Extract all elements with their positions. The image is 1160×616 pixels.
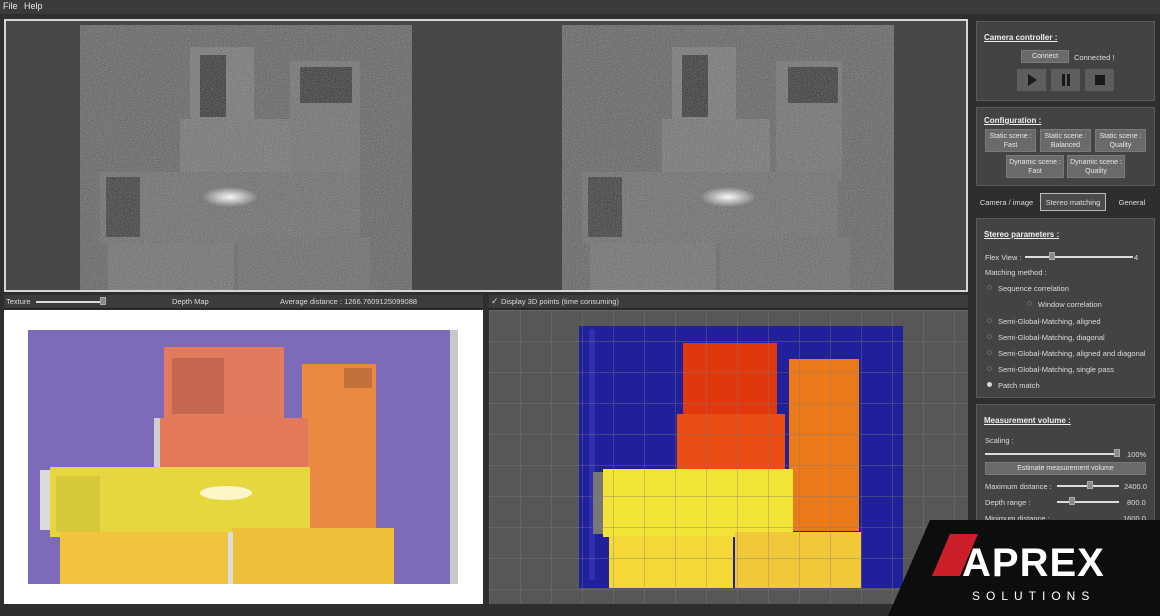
max-distance-slider-knob[interactable] [1087,481,1093,489]
method-window-correlation[interactable]: Window correlation [1038,300,1102,309]
stereo-camera-view [4,19,968,292]
method-sgm-aligned[interactable]: Semi-Global-Matching, aligned [998,317,1101,326]
menu-help[interactable]: Help [24,1,43,11]
method-sgm-aligned-diagonal[interactable]: Semi-Global-Matching, aligned and diagon… [998,349,1146,358]
play-icon [1027,74,1037,86]
display-3d-checkbox[interactable]: ✓ [491,296,499,307]
depth-map-label: Depth Map [172,297,209,306]
aprex-logo: APREX SOLUTIONS [888,520,1160,616]
flex-view-slider-knob[interactable] [1049,252,1055,260]
stop-button[interactable] [1085,69,1114,91]
camera-controller-panel: Camera controller : Connect Connected ! [976,21,1155,101]
tab-camera-image[interactable]: Camera / image [974,193,1039,211]
pause-button[interactable] [1051,69,1080,91]
dynamic-quality-button[interactable]: Dynamic scene : Quality [1067,155,1125,178]
static-quality-button[interactable]: Static scene : Quality [1095,129,1146,152]
matching-method-label: Matching method : [985,268,1047,277]
tab-general[interactable]: General [1110,193,1154,211]
depth-map-view [4,310,483,604]
pause-icon [1061,74,1070,86]
method-sequence-correlation[interactable]: Sequence correlation [998,284,1069,293]
scaling-label: Scaling : [985,436,1014,445]
static-balanced-button[interactable]: Static scene : Balanced [1040,129,1091,152]
texture-label: Texture [6,297,31,306]
left-camera-image [80,25,412,290]
radio-window-correlation[interactable] [1027,301,1032,306]
tab-stereo-matching[interactable]: Stereo matching [1040,193,1106,211]
display-3d-label: Display 3D points (time consuming) [501,297,619,306]
radio-sequence-correlation[interactable] [987,285,992,290]
depth-range-slider-knob[interactable] [1069,497,1075,505]
estimate-volume-button[interactable]: Estimate measurement volume [985,462,1146,475]
stereo-parameters-panel: Stereo parameters : Flex View : 4 Matchi… [976,218,1155,398]
depth-range-value: 800.0 [1127,498,1146,507]
texture-slider-knob[interactable] [100,297,106,305]
point-cloud-toolbar: ✓ Display 3D points (time consuming) [489,295,968,309]
logo-tagline: SOLUTIONS [972,589,1095,603]
method-patch-match[interactable]: Patch match [998,381,1040,390]
static-fast-button[interactable]: Static scene : Fast [985,129,1036,152]
radio-sgm-diagonal[interactable] [987,334,992,339]
depth-map-image [28,330,458,584]
max-distance-label: Maximum distance : [985,482,1052,491]
depth-range-slider[interactable] [1057,501,1119,503]
radio-sgm-aligned-diagonal[interactable] [987,350,992,355]
flex-view-slider[interactable] [1025,256,1133,258]
camera-controller-title: Camera controller : [984,33,1058,42]
logo-brand: APREX [962,541,1105,585]
radio-sgm-single-pass[interactable] [987,366,992,371]
method-sgm-single-pass[interactable]: Semi-Global-Matching, single pass [998,365,1114,374]
play-button[interactable] [1017,69,1046,91]
configuration-panel: Configuration : Static scene : Fast Stat… [976,107,1155,186]
radio-sgm-aligned[interactable] [987,318,992,323]
stop-icon [1094,75,1105,85]
max-distance-value: 2400.0 [1124,482,1147,491]
method-sgm-diagonal[interactable]: Semi-Global-Matching, diagonal [998,333,1105,342]
average-distance: Average distance : 1266.7609125099088 [280,297,418,306]
menu-file[interactable]: File [3,1,18,11]
scaling-value: 100% [1127,450,1147,459]
scaling-slider-knob[interactable] [1114,449,1120,457]
dynamic-fast-button[interactable]: Dynamic scene : Fast [1006,155,1064,178]
connect-button[interactable]: Connect [1021,50,1069,63]
measurement-volume-panel: Measurement volume : Scaling : 100% Esti… [976,404,1155,528]
radio-patch-match[interactable] [987,382,992,387]
texture-slider[interactable] [36,301,106,303]
flex-view-label: Flex View : [985,253,1022,262]
right-camera-image [562,25,894,290]
menu-bar: File Help [0,0,1160,14]
scaling-slider[interactable] [985,453,1119,455]
measurement-volume-title: Measurement volume : [984,416,1071,425]
stereo-parameters-title: Stereo parameters : [984,230,1060,239]
configuration-title: Configuration : [984,116,1042,125]
connection-status: Connected ! [1074,53,1115,62]
depth-map-toolbar: Texture Depth Map Average distance : 126… [4,295,483,309]
flex-view-value: 4 [1134,253,1139,262]
depth-range-label: Depth range : [985,498,1031,507]
